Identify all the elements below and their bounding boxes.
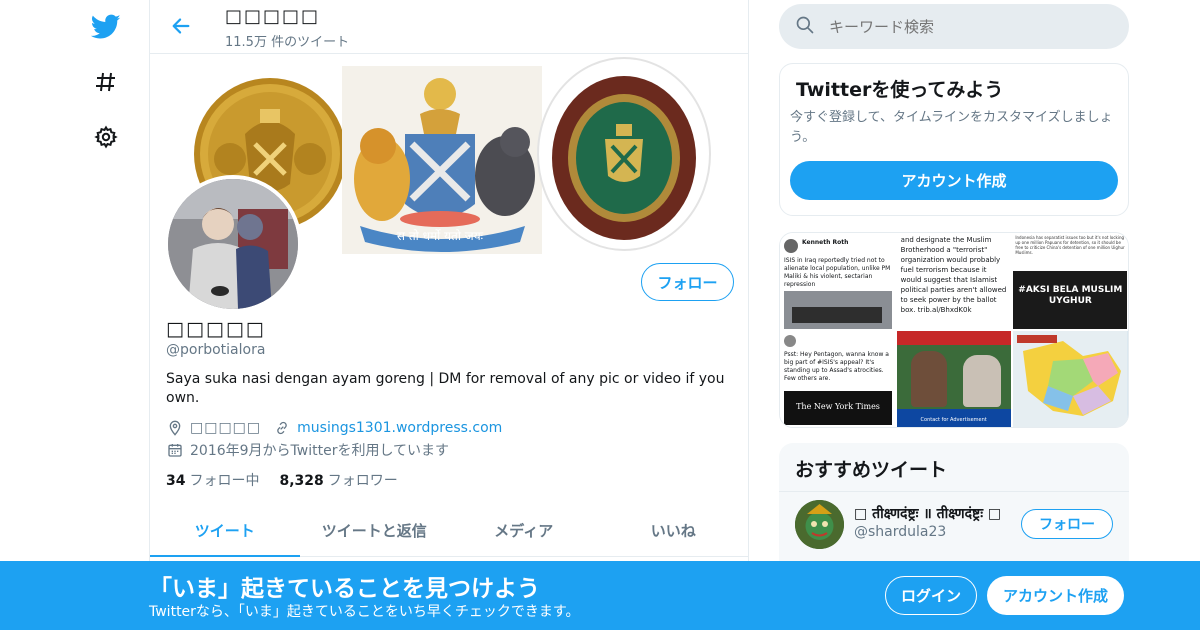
recommended-tweets-card: おすすめツイート □ तीक्ष्णदंष्ट्रः ॥ तीक्ष्णदंष्… — [779, 443, 1129, 573]
divider — [779, 491, 1129, 492]
profile-name: □□□□□ — [166, 318, 266, 340]
bottom-banner-title: 「いま」起きていることを見つけよう — [149, 576, 540, 602]
following-label: フォロー中 — [189, 473, 260, 489]
tab-media[interactable]: メディア — [449, 505, 599, 556]
search-box[interactable] — [779, 4, 1129, 49]
location-pin-icon — [166, 419, 184, 437]
media-tweet-text: and designate the Muslim Brotherhood a "… — [900, 236, 1007, 314]
try-twitter-card: Twitterを使ってみよう 今すぐ登録して、タイムラインをカスタマイズしましょ… — [779, 63, 1129, 216]
region-map-image — [1013, 331, 1128, 427]
header-profile-name: □□□□□ — [225, 6, 321, 27]
try-twitter-text: 今すぐ登録して、タイムラインをカスタマイズしましょう。 — [790, 110, 1113, 145]
followers-stat[interactable]: 8,328 フォロワー — [279, 470, 397, 490]
coat-of-arms-emblem: स तो धर्मो यतो जयः — [342, 66, 542, 254]
following-stat[interactable]: 34 フォロー中 — [166, 470, 259, 490]
media-tweet-text: Psst: Hey Pentagon, wanna know a big par… — [784, 351, 889, 382]
profile-header-bar: □□□□□ 11.5万 件のツイート — [150, 0, 748, 54]
profile-location: □□□□□ — [190, 420, 262, 436]
tab-likes[interactable]: いいね — [599, 505, 749, 556]
media-thumbnail[interactable]: Psst: Hey Pentagon, wanna know a big par… — [780, 331, 895, 427]
header-tweet-count: 11.5万 件のツイート — [225, 35, 350, 50]
banner-motto-text: स तो धर्मो यतो जयः — [397, 229, 484, 243]
media-thumbnail[interactable]: and designate the Muslim Brotherhood a "… — [896, 233, 1012, 329]
link-icon — [273, 419, 291, 437]
media-thumbnail[interactable]: Kenneth Roth ISIS in Iraq reportedly tri… — [780, 233, 895, 329]
profile-stats: 34 フォロー中 8,328 フォロワー — [166, 470, 418, 490]
search-input[interactable] — [829, 17, 1109, 36]
media-thumbnail[interactable]: Contact for Advertisement — [896, 331, 1012, 427]
media-gallery: Kenneth Roth ISIS in Iraq reportedly tri… — [779, 232, 1129, 428]
media-ad-text: Contact for Advertisement — [920, 417, 987, 423]
try-twitter-title: Twitterを使ってみよう — [796, 79, 1004, 101]
tab-tweets-and-replies[interactable]: ツイートと返信 — [300, 505, 450, 556]
hashtag-icon[interactable] — [88, 64, 124, 100]
nyt-logo-text: The New York Times — [796, 402, 880, 411]
login-button[interactable]: ログイン — [885, 576, 977, 615]
profile-joined-date: 2016年9月からTwitterを利用しています — [190, 443, 450, 459]
profile-column: □□□□□ 11.5万 件のツイート स तो धर्मो यतो जयः フォ… — [149, 0, 749, 630]
media-tweet-text: ISIS in Iraq reportedly tried not to ali… — [784, 257, 891, 288]
bottom-signup-banner: 「いま」起きていることを見つけよう Twitterなら、「いま」起きていることを… — [0, 561, 1200, 630]
signup-button[interactable]: アカウント作成 — [987, 576, 1124, 615]
profile-bio: Saya suka nasi dengan ayam goreng | DM f… — [166, 371, 725, 406]
profile-meta-joined: 2016年9月からTwitterを利用しています — [166, 440, 449, 460]
followers-count: 8,328 — [279, 473, 324, 489]
recommended-avatar[interactable] — [795, 500, 844, 549]
green-oval-emblem — [537, 57, 711, 251]
media-thumbnail[interactable]: Indonesia has separatist issues too but … — [1013, 233, 1128, 329]
tab-tweets[interactable]: ツイート — [150, 505, 300, 557]
recommended-user-name: □ तीक्ष्णदंष्ट्रः ॥ तीक्ष्णदंष्ट्रः □ — [854, 506, 1002, 522]
bottom-banner-subtitle: Twitterなら、「いま」起きていることをいち早くチェックできます。 — [149, 604, 580, 620]
profile-meta-location-url: □□□□□ musings1301.wordpress.com — [166, 419, 502, 437]
gear-icon[interactable] — [88, 119, 124, 155]
profile-url-link[interactable]: musings1301.wordpress.com — [297, 420, 502, 436]
profile-tabs: ツイート ツイートと返信 メディア いいね — [150, 505, 748, 557]
left-nav — [76, 0, 136, 630]
profile-handle: @porbotialora — [166, 342, 266, 358]
profile-avatar[interactable] — [164, 175, 302, 313]
twitter-logo-icon[interactable] — [88, 9, 124, 45]
calendar-icon — [166, 441, 184, 459]
back-arrow-icon[interactable] — [166, 11, 196, 41]
recommended-follow-button[interactable]: フォロー — [1021, 509, 1113, 539]
create-account-button[interactable]: アカウント作成 — [790, 161, 1118, 200]
search-icon — [795, 15, 815, 39]
follow-button[interactable]: フォロー — [641, 263, 734, 301]
following-count: 34 — [166, 473, 186, 489]
media-thumbnail[interactable] — [1013, 331, 1128, 427]
recommended-user-handle: @shardula23 — [854, 524, 947, 540]
media-poster-text: #AKSI BELA MUSLIM UYGHUR — [1018, 285, 1123, 306]
recommended-title: おすすめツイート — [795, 459, 948, 481]
followers-label: フォロワー — [327, 473, 398, 489]
